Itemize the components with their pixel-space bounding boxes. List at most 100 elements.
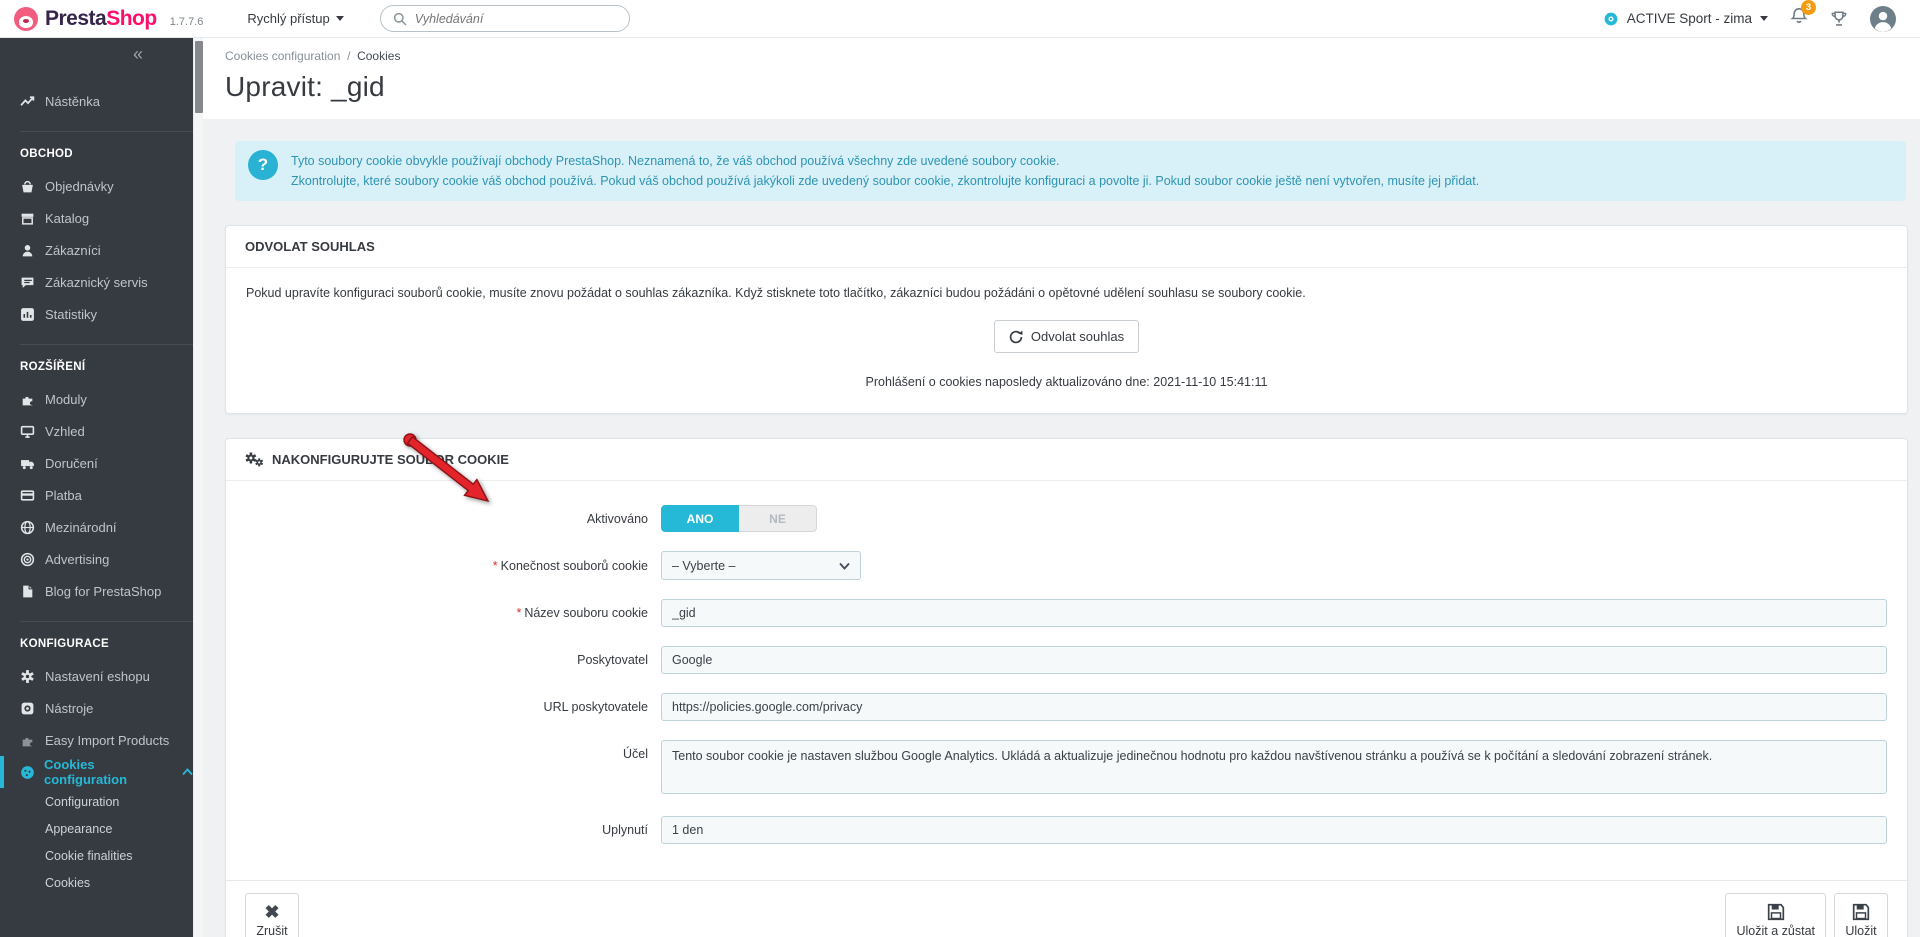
search-input[interactable] xyxy=(414,11,617,26)
sidebar-item-doru-en[interactable]: Doručení xyxy=(0,447,193,479)
collapse-chevrons-icon: « xyxy=(132,44,143,64)
cookie-name-input[interactable] xyxy=(661,599,1887,627)
sidebar-item-label: Zákazníci xyxy=(45,242,101,258)
avatar xyxy=(1870,5,1896,32)
active-label: Aktivováno xyxy=(586,511,648,526)
configure-cookie-panel: NAKONFIGURUJTE SOUBOR COOKIE Aktivováno … xyxy=(225,438,1908,937)
sidebar-item-blog-for-prestashop[interactable]: Blog for PrestaShop xyxy=(0,575,193,607)
floppy-icon xyxy=(1767,903,1785,921)
sidebar-item-platba[interactable]: Platba xyxy=(0,479,193,511)
payment-icon xyxy=(20,487,36,503)
revoke-panel-title: ODVOLAT SOUHLAS xyxy=(226,226,1907,268)
logo-text: PrestaShop xyxy=(45,6,157,30)
provider-input[interactable] xyxy=(661,646,1887,674)
revoke-consent-button[interactable]: Odvolat souhlas xyxy=(993,320,1140,353)
sidebar-item-objedn-vky[interactable]: Objednávky xyxy=(0,170,193,202)
form-row-provider-url: URL poskytovatele xyxy=(246,693,1887,721)
sidebar-subitem-appearance[interactable]: Appearance xyxy=(0,815,193,842)
toggle-no-button[interactable]: NE xyxy=(739,505,817,532)
account-menu[interactable] xyxy=(1870,5,1896,32)
sidebar-scrollbar-thumb[interactable] xyxy=(195,41,203,113)
sidebar-item-label: Katalog xyxy=(45,210,90,226)
prestashop-logo[interactable]: PrestaShop 1.7.7.6 xyxy=(14,6,203,31)
finality-select[interactable]: – Vyberte – xyxy=(661,551,861,580)
sidebar-item-label: Statistiky xyxy=(45,306,98,322)
quick-access-label: Rychlý přístup xyxy=(247,11,330,26)
breadcrumb-current: Cookies xyxy=(357,49,401,63)
sidebar-item-label: Objednávky xyxy=(45,178,114,194)
form-footer: ✖ Zrušit Uložit a zůstat Uložit xyxy=(226,880,1907,937)
sidebar: « Nástěnka OBCHOD Objednávky Katalog Zákazní… xyxy=(0,38,193,937)
purpose-label: Účel xyxy=(622,747,648,761)
prestashop-mascot-icon xyxy=(14,6,38,31)
sidebar-item-label: Cookies configuration xyxy=(44,757,128,787)
revoke-consent-panel: ODVOLAT SOUHLAS Pokud upravíte konfigura… xyxy=(225,225,1908,414)
sidebar-item-cookies-configuration[interactable]: Cookies configuration xyxy=(0,756,193,788)
shop-switcher[interactable]: ACTIVE Sport - zima xyxy=(1603,11,1768,27)
save-and-stay-button[interactable]: Uložit a zůstat xyxy=(1725,893,1826,937)
form-row-finality: * Konečnost souborů cookie – Vyberte – xyxy=(246,551,1887,580)
tools-icon xyxy=(20,700,36,716)
quick-access-dropdown[interactable]: Rychlý přístup xyxy=(247,11,344,26)
breadcrumb-separator: / xyxy=(347,49,351,63)
achievements-button[interactable] xyxy=(1830,10,1848,28)
breadcrumb: Cookies configuration / Cookies xyxy=(225,49,1908,63)
orders-icon xyxy=(20,178,36,194)
customers-icon xyxy=(20,242,36,258)
sidebar-item-label: Nástroje xyxy=(45,700,94,716)
toggle-yes-button[interactable]: ANO xyxy=(661,505,739,532)
notifications-button[interactable]: 3 xyxy=(1790,0,1816,30)
page-title: Upravit: _gid xyxy=(225,71,385,102)
breadcrumb-parent[interactable]: Cookies configuration xyxy=(225,49,340,63)
advertising-icon xyxy=(20,551,36,567)
shop-name: ACTIVE Sport - zima xyxy=(1626,11,1752,26)
sidebar-subitem-cookies[interactable]: Cookies xyxy=(0,869,193,896)
content-header: Cookies configuration / Cookies Upravit:… xyxy=(203,38,1920,119)
sidebar-item-label: Nástěnka xyxy=(45,93,100,109)
sidebar-item-z-kazn-ci[interactable]: Zákazníci xyxy=(0,234,193,266)
sidebar-item-katalog[interactable]: Katalog xyxy=(0,202,193,234)
customer-service-icon xyxy=(20,274,36,290)
form-row-active: Aktivováno ANO NE xyxy=(246,505,1887,532)
sidebar-item-label: Doručení xyxy=(45,455,98,471)
sidebar-item-moduly[interactable]: Moduly xyxy=(0,383,193,415)
provider-url-input[interactable] xyxy=(661,693,1887,721)
search-icon xyxy=(393,12,407,26)
sidebar-scrollbar[interactable] xyxy=(193,38,203,937)
caret-down-icon xyxy=(1760,16,1768,21)
expiry-input[interactable] xyxy=(661,816,1887,844)
cogs-icon xyxy=(245,452,264,467)
sidebar-subitem-configuration[interactable]: Configuration xyxy=(0,788,193,815)
sidebar-item-easy-import-products[interactable]: Easy Import Products xyxy=(0,724,193,756)
save-button[interactable]: Uložit xyxy=(1834,893,1888,937)
required-mark: * xyxy=(516,606,522,620)
global-search[interactable] xyxy=(379,5,630,32)
sidebar-item-label: Vzhled xyxy=(45,423,85,439)
provider-url-label: URL poskytovatele xyxy=(543,700,648,714)
info-alert: ? Tyto soubory cookie obvykle používají … xyxy=(235,141,1906,201)
sidebar-item-n-stroje[interactable]: Nástroje xyxy=(0,692,193,724)
sidebar-item-label: Moduly xyxy=(45,391,87,407)
sidebar-item-mezin-rodn[interactable]: Mezinárodní xyxy=(0,511,193,543)
cookie-icon xyxy=(20,764,35,780)
sidebar-item-vzhled[interactable]: Vzhled xyxy=(0,415,193,447)
content-body: ? Tyto soubory cookie obvykle používají … xyxy=(203,119,1920,937)
floppy-icon xyxy=(1852,903,1870,921)
sidebar-collapse-button[interactable]: « xyxy=(0,38,193,75)
blog-icon xyxy=(20,583,36,599)
sidebar-subitem-cookie-finalities[interactable]: Cookie finalities xyxy=(0,842,193,869)
sidebar-item-nastaven-eshopu[interactable]: Nastavení eshopu xyxy=(0,660,193,692)
finality-selected-value: – Vyberte – xyxy=(672,558,736,573)
purpose-textarea[interactable]: Tento soubor cookie je nastaven službou … xyxy=(661,740,1887,794)
sidebar-item-statistiky[interactable]: Statistiky xyxy=(0,298,193,330)
sidebar-section-obchod: OBCHOD xyxy=(20,148,73,160)
sidebar-item-n-st-nka[interactable]: Nástěnka xyxy=(0,85,193,117)
save-label: Uložit xyxy=(1845,923,1877,937)
alert-line-2: Zkontrolujte, které soubory cookie váš o… xyxy=(291,174,1480,188)
cancel-button[interactable]: ✖ Zrušit xyxy=(245,893,299,937)
sidebar-item-z-kaznick-servis[interactable]: Zákaznický servis xyxy=(0,266,193,298)
revoke-button-label: Odvolat souhlas xyxy=(1030,329,1125,344)
provider-label: Poskytovatel xyxy=(577,653,648,667)
sidebar-item-advertising[interactable]: Advertising xyxy=(0,543,193,575)
puzzle-icon xyxy=(20,732,36,748)
